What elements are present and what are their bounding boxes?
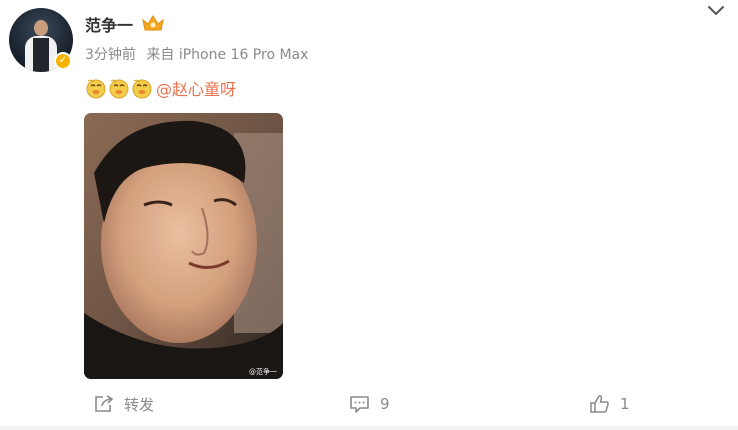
divider	[0, 426, 738, 430]
repost-label: 转发	[124, 395, 155, 414]
thumbs-up-icon	[590, 395, 609, 413]
chevron-down-icon[interactable]	[706, 4, 726, 18]
author-name[interactable]: 范争一	[85, 12, 133, 36]
doge-emoji-icon	[109, 79, 129, 99]
post-source: 来自 iPhone 16 Pro Max	[146, 47, 309, 63]
post-time[interactable]: 3分钟前	[85, 47, 136, 63]
photo-watermark: @范争一	[249, 368, 277, 376]
verified-icon: ✓	[54, 52, 72, 70]
doge-emoji-icon	[132, 79, 152, 99]
repost-icon	[95, 395, 114, 412]
like-count: 1	[620, 395, 630, 413]
post-content: @赵心童呀	[85, 77, 236, 99]
like-button[interactable]: 1	[589, 386, 630, 422]
comment-button[interactable]: 9	[349, 386, 390, 422]
comment-icon	[350, 396, 369, 413]
action-bar: 转发 9 1	[0, 386, 738, 422]
post-meta: 3分钟前 来自 iPhone 16 Pro Max	[85, 44, 314, 64]
crown-badge-icon[interactable]	[141, 13, 165, 33]
post-photo[interactable]: @范争一	[84, 113, 283, 379]
mention-link[interactable]: @赵心童呀	[156, 76, 236, 100]
comment-count: 9	[380, 395, 390, 413]
doge-emoji-icon	[86, 79, 106, 99]
repost-button[interactable]: 转发	[94, 386, 154, 422]
